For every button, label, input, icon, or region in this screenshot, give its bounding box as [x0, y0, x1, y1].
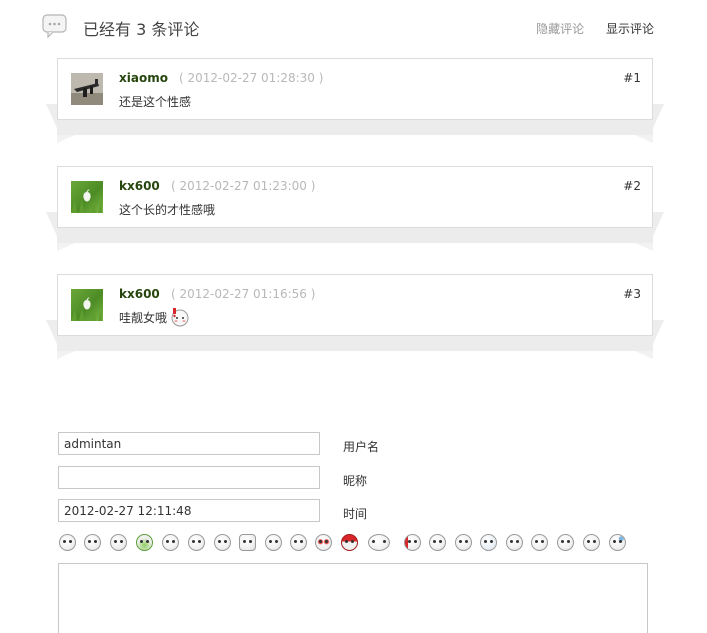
comment-date: ( 2012-02-27 01:28:30 ) [179, 71, 324, 85]
laugh-smiley-icon[interactable] [429, 534, 446, 551]
header-links: 隐藏评论 显示评论 [518, 20, 654, 37]
thumbs-up-icon[interactable] [239, 534, 256, 551]
glasses-smiley-icon[interactable] [506, 534, 523, 551]
angel-smiley-icon[interactable] [368, 534, 390, 551]
comment-author[interactable]: kx600 [119, 179, 160, 193]
avatar[interactable] [71, 73, 103, 105]
neutral-smiley-icon[interactable] [162, 534, 179, 551]
hide-comments-link[interactable]: 隐藏评论 [536, 22, 584, 36]
comment-content: 还是这个性感 [119, 95, 192, 109]
comment-item: xiaomo ( 2012-02-27 01:28:30 ) #1 还是这个性感 [57, 58, 653, 120]
angry-red-smiley-icon[interactable] [341, 534, 358, 551]
drop-smiley-icon[interactable] [609, 534, 626, 551]
comments-header: 已经有 3 条评论 隐藏评论 显示评论 [42, 12, 654, 42]
comment-author[interactable]: xiaomo [119, 71, 168, 85]
comment-floor-number[interactable]: #3 [623, 287, 641, 301]
card-fold-right [653, 320, 664, 344]
surprised-smiley-icon[interactable] [455, 534, 472, 551]
comment-item: kx600 ( 2012-02-27 01:16:56 ) #3 哇靓女哦 [57, 274, 653, 336]
card-fold-left [46, 320, 57, 344]
card-fold-left [46, 212, 57, 236]
show-comments-link[interactable]: 显示评论 [606, 22, 654, 36]
card-fold-bottom-left [57, 243, 75, 251]
exclaim-smiley-icon[interactable] [404, 534, 421, 551]
card-shadow [57, 228, 653, 243]
nickname-input[interactable] [58, 466, 320, 489]
shock-smiley-icon[interactable] [214, 534, 231, 551]
card-fold-bottom-right [635, 243, 653, 251]
smirk-smiley-icon[interactable] [557, 534, 574, 551]
card-fold-left [46, 104, 57, 128]
card-shadow [57, 336, 653, 351]
comment-count-title: 已经有 3 条评论 [83, 20, 200, 39]
blushing-smiley-icon [170, 307, 190, 327]
avatar[interactable] [71, 181, 103, 213]
sweat-smiley-icon[interactable] [583, 534, 600, 551]
nickname-label: 昵称 [343, 474, 368, 488]
card-fold-bottom-right [635, 135, 653, 143]
smiley-toolbar [59, 534, 659, 554]
smile-smiley-icon[interactable] [84, 534, 101, 551]
money-smiley-icon[interactable] [136, 534, 153, 551]
wink-smiley-icon[interactable] [59, 534, 76, 551]
grimace-smiley-icon[interactable] [188, 534, 205, 551]
time-label: 时间 [343, 507, 368, 521]
comment-author[interactable]: kx600 [119, 287, 160, 301]
card-fold-right [653, 212, 664, 236]
username-input[interactable] [58, 432, 320, 455]
username-label: 用户名 [343, 440, 380, 454]
comment-bubble-icon [42, 14, 68, 39]
squint-smiley-icon[interactable] [265, 534, 282, 551]
avatar[interactable] [71, 289, 103, 321]
cool-smiley-icon[interactable] [531, 534, 548, 551]
card-fold-bottom-right [635, 351, 653, 359]
comment-content: 这个长的才性感哦 [119, 203, 216, 217]
comment-floor-number[interactable]: #2 [623, 179, 641, 193]
comment-item: kx600 ( 2012-02-27 01:23:00 ) #2 这个长的才性感… [57, 166, 653, 228]
card-fold-bottom-left [57, 351, 75, 359]
comment-textarea[interactable] [58, 563, 648, 633]
comment-content: 哇靓女哦 [119, 311, 168, 325]
comment-floor-number[interactable]: #1 [623, 71, 641, 85]
time-input[interactable] [58, 499, 320, 522]
devil-smiley-icon[interactable] [110, 534, 127, 551]
card-shadow [57, 120, 653, 135]
comment-date: ( 2012-02-27 01:23:00 ) [171, 179, 316, 193]
card-fold-right [653, 104, 664, 128]
comment-date: ( 2012-02-27 01:16:56 ) [171, 287, 316, 301]
card-fold-bottom-left [57, 135, 75, 143]
crying-smiley-icon[interactable] [480, 534, 497, 551]
love-smiley-icon[interactable] [315, 534, 332, 551]
sleepy-smiley-icon[interactable] [290, 534, 307, 551]
